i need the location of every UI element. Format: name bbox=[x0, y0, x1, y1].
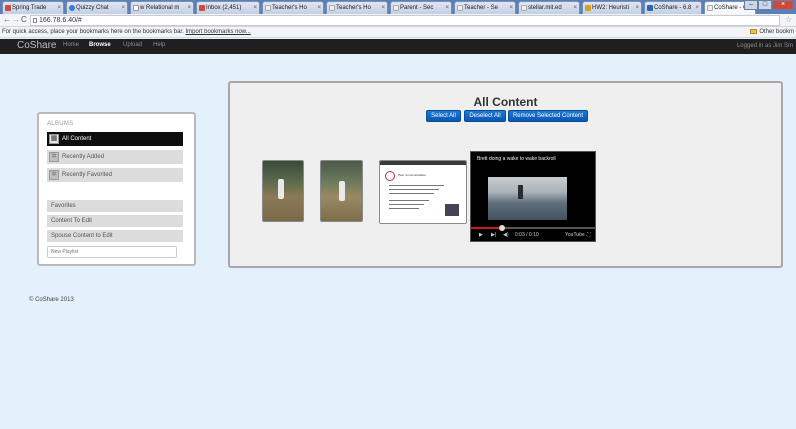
close-window-icon[interactable]: × bbox=[772, 0, 794, 10]
nav-browse[interactable]: Browse bbox=[89, 42, 111, 48]
playlist-spouse-content[interactable]: Spouse Content to Edit bbox=[47, 230, 183, 242]
video-title: Brett doing a wake to wake backroll bbox=[477, 156, 556, 162]
forward-icon[interactable]: → bbox=[12, 15, 20, 24]
minimize-icon[interactable]: – bbox=[744, 0, 758, 10]
browser-tab[interactable]: Teacher's Ho × bbox=[262, 1, 324, 14]
folder-icon bbox=[750, 29, 758, 34]
video-frame bbox=[488, 177, 567, 220]
logo-icon bbox=[385, 171, 395, 181]
gmail-icon bbox=[5, 5, 11, 11]
browser-tab[interactable]: Parent - Sec × bbox=[390, 1, 452, 14]
nav-help[interactable]: Help bbox=[153, 42, 165, 48]
gear-icon: ✲ bbox=[49, 152, 59, 162]
browser-tab[interactable]: Spring Trade × bbox=[2, 1, 64, 14]
slide-title: Peer Communication bbox=[398, 173, 427, 177]
footer-copyright: © CoShare 2013 bbox=[29, 297, 74, 303]
close-icon[interactable]: × bbox=[121, 2, 125, 14]
gear-icon: ✲ bbox=[49, 170, 59, 180]
star-icon[interactable]: ☆ bbox=[785, 15, 792, 24]
brand-logo[interactable]: CoShare bbox=[17, 40, 56, 51]
close-icon[interactable]: × bbox=[445, 2, 449, 14]
slide-photo bbox=[445, 204, 459, 216]
reload-icon[interactable]: C bbox=[21, 15, 27, 24]
browser-tab[interactable]: Inbox (2,451) × bbox=[196, 1, 260, 14]
video-progress[interactable] bbox=[471, 225, 595, 231]
page-title: All Content bbox=[473, 95, 538, 109]
maximize-icon[interactable]: □ bbox=[758, 0, 772, 10]
fullscreen-icon[interactable]: ⛶ bbox=[587, 232, 591, 238]
back-icon[interactable]: ← bbox=[3, 15, 11, 24]
wakeboarder bbox=[518, 185, 523, 199]
page-icon bbox=[265, 5, 271, 11]
browser-tab[interactable]: Teacher - Se × bbox=[454, 1, 516, 14]
browser-tab-strip: Spring Trade × Quizzy Chat × w Relational … bbox=[0, 0, 796, 14]
close-icon[interactable]: × bbox=[381, 2, 385, 14]
album-recently-added[interactable]: ✲ Recently Added bbox=[47, 150, 183, 164]
play-icon[interactable]: ▶ bbox=[479, 232, 483, 238]
close-icon[interactable]: × bbox=[573, 2, 577, 14]
close-icon[interactable]: × bbox=[635, 2, 639, 14]
player-figure bbox=[278, 179, 284, 199]
select-all-button[interactable]: Select All bbox=[426, 110, 461, 122]
import-bookmarks-link[interactable]: Import bookmarks now... bbox=[185, 29, 250, 35]
photo-thumbnail[interactable] bbox=[262, 160, 304, 222]
skip-icon[interactable]: ▶| bbox=[491, 232, 496, 238]
playlist-content-to-edit[interactable]: Content To Edit bbox=[47, 215, 183, 227]
browser-tab[interactable]: w Relational m × bbox=[130, 1, 194, 14]
browser-tab[interactable]: CoShare - 6.8 × bbox=[644, 1, 702, 14]
deselect-all-button[interactable]: Deselect All bbox=[464, 110, 506, 122]
page-icon bbox=[393, 5, 399, 11]
browser-tab[interactable]: Teacher's Ho × bbox=[326, 1, 388, 14]
app-navbar: CoShare Home Browse Upload Help Logged i… bbox=[0, 39, 796, 54]
presentation-slide: Peer Communication bbox=[380, 161, 466, 223]
window-controls: – □ × bbox=[744, 0, 794, 11]
wikipedia-icon bbox=[133, 5, 139, 11]
close-icon[interactable]: × bbox=[509, 2, 513, 14]
page-icon bbox=[33, 18, 37, 23]
grid-icon: ▦ bbox=[49, 134, 59, 144]
close-icon[interactable]: × bbox=[695, 2, 699, 14]
nav-upload[interactable]: Upload bbox=[123, 42, 142, 48]
albums-heading: ALBUMS bbox=[47, 121, 74, 127]
bookmarks-prompt: For quick access, place your bookmarks h… bbox=[2, 29, 184, 35]
photo-thumbnail[interactable] bbox=[320, 160, 363, 222]
page-icon bbox=[329, 5, 335, 11]
nav-home[interactable]: Home bbox=[63, 42, 79, 48]
page-icon bbox=[707, 5, 713, 11]
document-icon bbox=[585, 5, 591, 11]
youtube-logo[interactable]: YouTube bbox=[565, 232, 585, 238]
logged-in-status: Logged in as Jim Sm bbox=[736, 43, 793, 49]
browser-tab[interactable]: HW2: Heuristi × bbox=[582, 1, 642, 14]
video-time: 0:03 / 0:10 bbox=[515, 232, 539, 238]
other-bookmarks[interactable]: Other bookm bbox=[750, 27, 794, 37]
album-all-content[interactable]: ▦ All Content bbox=[47, 132, 183, 146]
album-recently-favorited[interactable]: ✲ Recently Favorited bbox=[47, 168, 183, 182]
scrubber-knob[interactable] bbox=[499, 225, 505, 231]
new-playlist-input[interactable] bbox=[47, 246, 177, 258]
volume-icon[interactable]: ◀) bbox=[503, 232, 509, 238]
playlist-favorites[interactable]: Favorites bbox=[47, 200, 183, 212]
coshare-icon bbox=[647, 5, 653, 11]
browser-tab[interactable]: Quizzy Chat × bbox=[66, 1, 128, 14]
close-icon[interactable]: × bbox=[187, 2, 191, 14]
browser-tab[interactable]: stellar.mit.ed × bbox=[518, 1, 580, 14]
address-bar[interactable]: 166.78.6.40/# bbox=[30, 15, 780, 26]
page-icon bbox=[521, 5, 527, 11]
gmail-icon bbox=[199, 5, 205, 11]
bookmarks-bar: For quick access, place your bookmarks h… bbox=[0, 27, 796, 38]
albums-panel: ALBUMS ▦ All Content ✲ Recently Added ✲ … bbox=[37, 112, 196, 266]
remove-selected-button[interactable]: Remove Selected Content bbox=[508, 110, 588, 122]
close-icon[interactable]: × bbox=[253, 2, 257, 14]
slide-thumbnail[interactable]: Peer Communication bbox=[379, 160, 467, 224]
browser-toolbar: ← → C 166.78.6.40/# ☆ bbox=[0, 14, 796, 27]
quizzy-icon bbox=[69, 5, 75, 11]
player-figure bbox=[339, 181, 345, 201]
page-icon bbox=[457, 5, 463, 11]
close-icon[interactable]: × bbox=[57, 2, 61, 14]
close-icon[interactable]: × bbox=[317, 2, 321, 14]
video-thumbnail[interactable]: Brett doing a wake to wake backroll ▶ ▶|… bbox=[470, 151, 596, 242]
